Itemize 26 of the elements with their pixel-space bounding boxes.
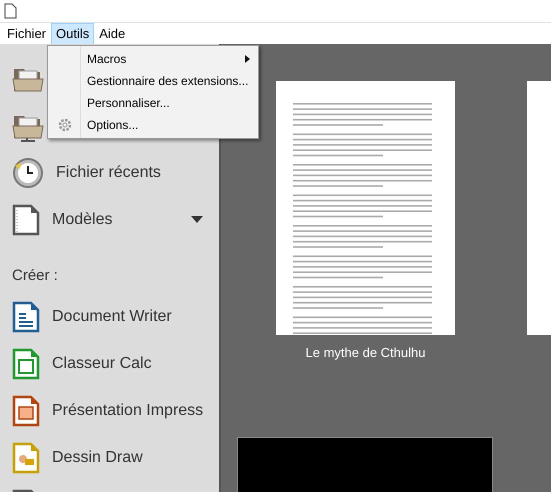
menu-entry[interactable]: Personnaliser... bbox=[48, 92, 258, 114]
drawing-icon bbox=[12, 442, 40, 474]
page-thumbnail-partial[interactable] bbox=[527, 81, 551, 335]
submenu-arrow-icon bbox=[245, 55, 250, 63]
menu-item[interactable]: Outils bbox=[51, 22, 94, 44]
section-heading: Créer : bbox=[11, 266, 59, 286]
writer-document-icon bbox=[12, 301, 40, 333]
sidebar-item[interactable]: Modèles bbox=[0, 196, 219, 243]
sidebar-item[interactable]: Présentation Impress bbox=[0, 388, 219, 434]
dropdown-arrow-icon bbox=[191, 216, 203, 223]
sidebar-item[interactable]: Document Writer bbox=[0, 294, 219, 340]
menu-entry[interactable]: Macros bbox=[48, 48, 258, 70]
gear-icon bbox=[57, 117, 73, 133]
menu-entry[interactable]: Gestionnaire des extensions... bbox=[48, 70, 258, 92]
sidebar-item[interactable]: Dessin Draw bbox=[0, 434, 219, 482]
app-icon bbox=[4, 3, 17, 19]
menu-item[interactable]: Fichier bbox=[2, 22, 52, 44]
template-icon bbox=[12, 204, 40, 236]
menu-entry[interactable]: Options... bbox=[48, 114, 258, 136]
presentation-icon bbox=[12, 395, 40, 427]
sidebar-item[interactable]: Fichier récents bbox=[0, 149, 219, 196]
document-title: Le mythe de Cthulhu bbox=[306, 344, 426, 362]
sidebar-item[interactable]: Classeur Calc bbox=[0, 340, 219, 388]
clock-icon bbox=[12, 156, 44, 188]
spreadsheet-icon bbox=[12, 348, 40, 380]
menu-item[interactable]: Aide bbox=[94, 22, 130, 44]
